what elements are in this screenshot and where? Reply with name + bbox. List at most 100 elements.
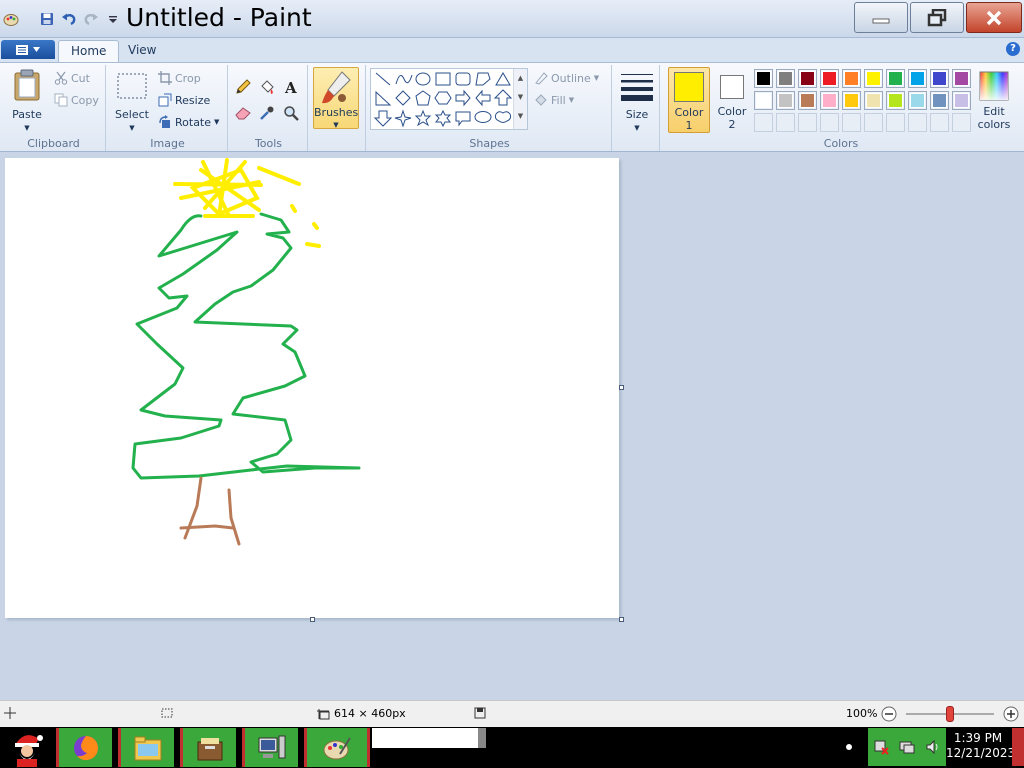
- palette-swatch-empty[interactable]: [930, 113, 949, 132]
- expand-gallery-icon[interactable]: ▼: [514, 107, 527, 126]
- palette-swatch-empty[interactable]: [908, 113, 927, 132]
- color2-number: 2: [728, 118, 736, 131]
- select-button[interactable]: Select ▼: [112, 67, 152, 133]
- text-tool[interactable]: A: [281, 77, 301, 97]
- palette-swatch-empty[interactable]: [864, 113, 883, 132]
- resize-handle-corner[interactable]: [619, 617, 624, 622]
- edit-colors-label-line2: colors: [977, 118, 1011, 131]
- restore-icon: [927, 8, 947, 26]
- customize-qat-icon[interactable]: [104, 10, 122, 28]
- size-button[interactable]: Size ▼: [618, 67, 656, 133]
- show-desktop-button[interactable]: [1012, 728, 1024, 766]
- color-picker-tool[interactable]: [257, 103, 277, 123]
- zoom-level: 100%: [846, 707, 878, 720]
- palette-swatch-efe4b0[interactable]: [864, 91, 883, 110]
- palette-swatch-ff7f27[interactable]: [842, 69, 861, 88]
- minimize-button[interactable]: [854, 2, 908, 33]
- taskbar-paint[interactable]: [304, 728, 370, 767]
- save-icon[interactable]: [38, 10, 56, 28]
- rotate-button[interactable]: Rotate ▼: [158, 115, 219, 129]
- five-point-star-shape-icon: [414, 109, 432, 127]
- restore-button[interactable]: [910, 2, 964, 33]
- taskbar-scroll[interactable]: [478, 728, 486, 748]
- palette-swatch-000000[interactable]: [754, 69, 773, 88]
- palette-swatch-b5e61d[interactable]: [886, 91, 905, 110]
- drawing-canvas[interactable]: [5, 158, 619, 618]
- taskbar-archive-manager[interactable]: [180, 728, 236, 767]
- zoom-slider-thumb[interactable]: [946, 706, 954, 722]
- fill-button[interactable]: Fill ▼: [534, 93, 574, 107]
- scroll-up-icon[interactable]: ▲: [514, 69, 527, 88]
- palette-swatch-7f7f7f[interactable]: [776, 69, 795, 88]
- palette-swatch-ffffff[interactable]: [754, 91, 773, 110]
- display-icon[interactable]: [899, 739, 915, 755]
- svg-text:A: A: [284, 79, 297, 95]
- zoom-in-button[interactable]: [1003, 706, 1019, 722]
- help-icon[interactable]: ?: [1006, 42, 1020, 56]
- palette-swatch-b97a57[interactable]: [798, 91, 817, 110]
- clipboard-group: Paste ▼ Cut Copy Clipboard: [2, 65, 106, 151]
- zoom-out-button[interactable]: [881, 706, 897, 722]
- palette-swatch-ffaec9[interactable]: [820, 91, 839, 110]
- palette-swatch-c8bfe7[interactable]: [952, 91, 971, 110]
- close-button[interactable]: [966, 2, 1022, 33]
- palette-swatch-empty[interactable]: [842, 113, 861, 132]
- resize-handle-right[interactable]: [619, 385, 624, 390]
- palette-swatch-880015[interactable]: [798, 69, 817, 88]
- copy-button[interactable]: Copy: [54, 93, 99, 107]
- minimize-icon: [872, 18, 890, 23]
- pencil-tool[interactable]: [233, 77, 253, 97]
- clock[interactable]: 1:39 PM 12/21/2023: [946, 731, 1015, 761]
- paint-app-icon[interactable]: [2, 10, 20, 28]
- resize-handle-bottom[interactable]: [310, 617, 315, 622]
- taskbar-system-monitor[interactable]: [242, 728, 298, 767]
- scroll-down-icon[interactable]: ▼: [514, 88, 527, 107]
- taskbar-active-window[interactable]: [372, 728, 478, 748]
- undo-icon[interactable]: [60, 10, 78, 28]
- crop-button[interactable]: Crop: [158, 71, 201, 85]
- tab-home[interactable]: Home: [58, 40, 120, 62]
- color2-button[interactable]: Color 2: [712, 67, 752, 133]
- palette-swatch-3f48cc[interactable]: [930, 69, 949, 88]
- palette-swatch-ed1c24[interactable]: [820, 69, 839, 88]
- palette-swatch-00a2e8[interactable]: [908, 69, 927, 88]
- outline-button[interactable]: Outline ▼: [534, 71, 599, 85]
- paint-palette-icon: [323, 736, 351, 759]
- resize-button[interactable]: Resize: [158, 93, 210, 107]
- palette-swatch-a349a4[interactable]: [952, 69, 971, 88]
- edit-colors-button[interactable]: Edit colors: [974, 67, 1014, 133]
- palette-swatch-ffc90e[interactable]: [842, 91, 861, 110]
- volume-icon[interactable]: [925, 739, 941, 755]
- eraser-tool[interactable]: [233, 103, 253, 123]
- palette-swatch-empty[interactable]: [754, 113, 773, 132]
- palette-swatch-7092be[interactable]: [930, 91, 949, 110]
- palette-swatch-c3c3c3[interactable]: [776, 91, 795, 110]
- redo-icon[interactable]: [82, 10, 100, 28]
- start-button[interactable]: [0, 727, 54, 768]
- taskbar-firefox[interactable]: [56, 728, 112, 767]
- shapes-scrollbar[interactable]: ▲ ▼ ▼: [513, 69, 527, 129]
- palette-swatch-fff200[interactable]: [864, 69, 883, 88]
- ribbon: Paste ▼ Cut Copy Clipboard Select ▼ Crop…: [0, 62, 1024, 152]
- folder-icon: [134, 736, 161, 760]
- fill-tool[interactable]: [257, 77, 277, 97]
- paint-menu-button[interactable]: [1, 40, 55, 59]
- paste-button[interactable]: Paste ▼: [6, 67, 48, 133]
- palette-swatch-22b14c[interactable]: [886, 69, 905, 88]
- palette-swatch-empty[interactable]: [886, 113, 905, 132]
- taskbar-file-manager[interactable]: [118, 728, 174, 767]
- color1-button[interactable]: Color 1: [668, 67, 710, 133]
- palette-swatch-99d9ea[interactable]: [908, 91, 927, 110]
- palette-swatch-empty[interactable]: [820, 113, 839, 132]
- tab-view[interactable]: View: [116, 40, 168, 62]
- palette-swatch-empty[interactable]: [952, 113, 971, 132]
- close-icon: [986, 10, 1002, 25]
- zoom-slider[interactable]: [906, 706, 994, 722]
- palette-swatch-empty[interactable]: [798, 113, 817, 132]
- canvas-work-area[interactable]: [0, 152, 1024, 700]
- palette-swatch-empty[interactable]: [776, 113, 795, 132]
- network-disconnected-icon[interactable]: [873, 739, 889, 755]
- ribbon-tab-bar: Home View ?: [0, 38, 1024, 62]
- cut-button[interactable]: Cut: [54, 71, 90, 85]
- magnifier-tool[interactable]: [281, 103, 301, 123]
